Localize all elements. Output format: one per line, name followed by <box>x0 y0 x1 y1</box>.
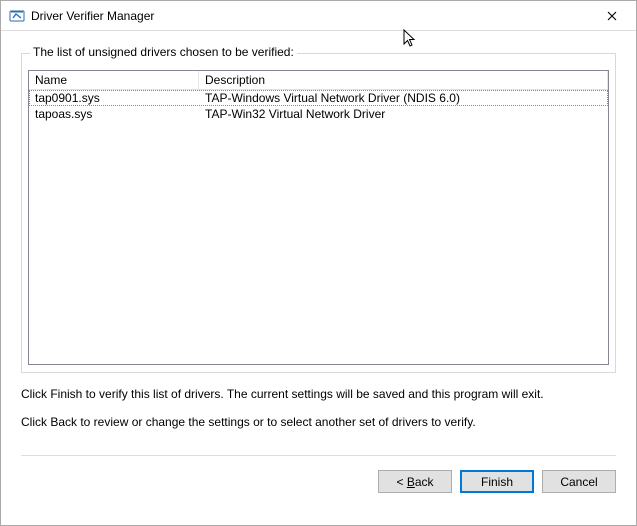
back-button[interactable]: < Back <box>378 470 452 493</box>
cell-name: tap0901.sys <box>29 90 199 106</box>
table-row[interactable]: tap0901.sys TAP-Windows Virtual Network … <box>29 90 608 106</box>
close-button[interactable] <box>589 1 634 31</box>
cell-name: tapoas.sys <box>29 106 199 122</box>
instructions: Click Finish to verify this list of driv… <box>21 387 616 429</box>
listview-body: tap0901.sys TAP-Windows Virtual Network … <box>29 90 608 122</box>
column-header-description[interactable]: Description <box>199 71 608 89</box>
close-icon <box>607 11 617 21</box>
instruction-line-1: Click Finish to verify this list of driv… <box>21 387 616 401</box>
listview-header: Name Description <box>29 71 608 90</box>
instruction-line-2: Click Back to review or change the setti… <box>21 415 616 429</box>
drivers-groupbox: The list of unsigned drivers chosen to b… <box>21 53 616 373</box>
cancel-button[interactable]: Cancel <box>542 470 616 493</box>
window-title: Driver Verifier Manager <box>31 9 589 23</box>
table-row[interactable]: tapoas.sys TAP-Win32 Virtual Network Dri… <box>29 106 608 122</box>
groupbox-label: The list of unsigned drivers chosen to b… <box>30 45 297 59</box>
cell-description: TAP-Win32 Virtual Network Driver <box>199 106 608 122</box>
titlebar: Driver Verifier Manager <box>1 1 636 31</box>
app-icon <box>9 8 25 24</box>
drivers-listview[interactable]: Name Description tap0901.sys TAP-Windows… <box>28 70 609 365</box>
cell-description: TAP-Windows Virtual Network Driver (NDIS… <box>199 90 608 106</box>
column-header-name[interactable]: Name <box>29 71 199 89</box>
finish-button[interactable]: Finish <box>460 470 534 493</box>
wizard-buttons: < Back Finish Cancel <box>1 456 636 507</box>
